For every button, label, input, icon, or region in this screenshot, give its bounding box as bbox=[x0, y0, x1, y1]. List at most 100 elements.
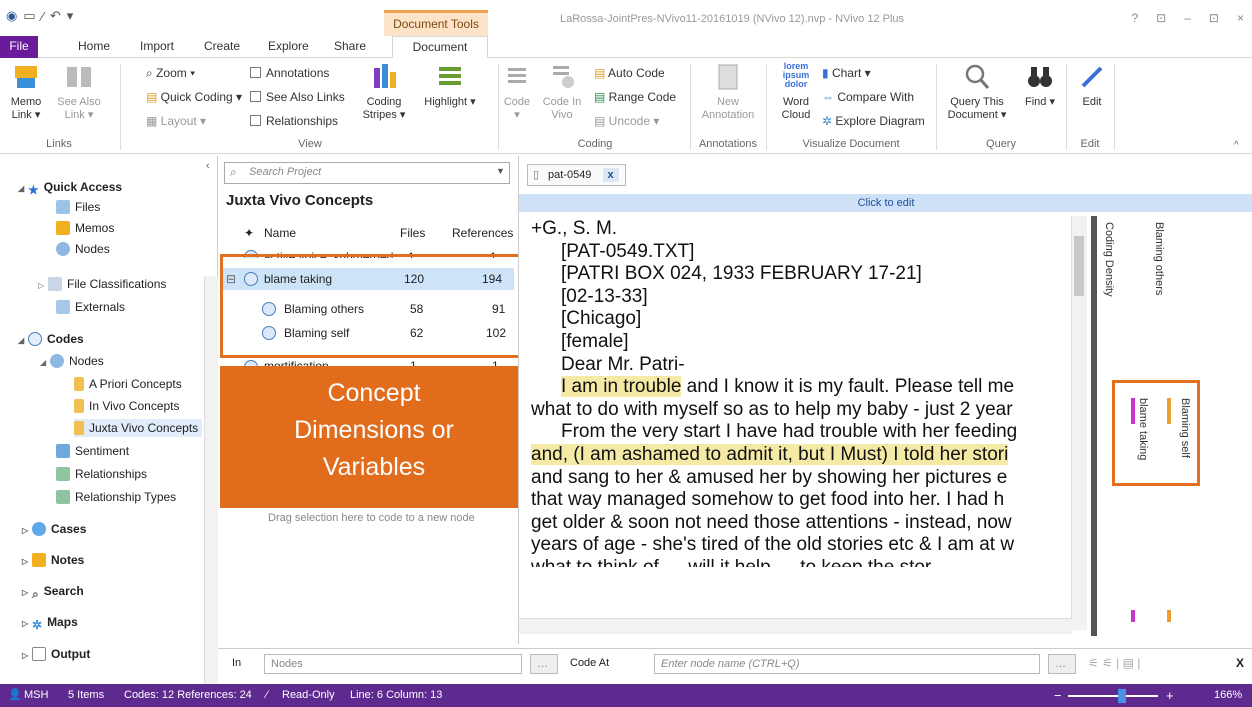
document-vertical-scrollbar[interactable] bbox=[1071, 216, 1087, 630]
compare-with-button[interactable]: ⇔ Compare With bbox=[822, 88, 914, 106]
undo-icon[interactable]: ↶ bbox=[50, 8, 61, 24]
find-button[interactable]: Find ▾ bbox=[1018, 62, 1062, 109]
word-cloud-button[interactable]: lorem ipsum dolor Word Cloud bbox=[778, 62, 814, 122]
relationships-check[interactable] bbox=[250, 115, 261, 126]
range-code-button[interactable]: ▤ Range Code bbox=[594, 88, 676, 106]
close-tab-icon[interactable]: x bbox=[602, 168, 619, 182]
new-annotation-button[interactable]: New Annotation bbox=[696, 62, 760, 122]
help-icon[interactable]: ? bbox=[1131, 11, 1138, 25]
code-toolbar-icons[interactable]: ⚟ ⚟ | ▤ | bbox=[1088, 656, 1140, 670]
window-title: LaRossa-JointPres-NVivo11-20161019 (NViv… bbox=[560, 13, 905, 25]
nav-a-priori-concepts[interactable]: A Priori Concepts bbox=[74, 375, 182, 393]
nav-quick-access[interactable]: ◢ ★ Quick Access bbox=[18, 178, 122, 197]
scroll-thumb[interactable] bbox=[1074, 236, 1084, 296]
annotations-check[interactable] bbox=[250, 67, 261, 78]
nav-in-vivo-concepts[interactable]: In Vivo Concepts bbox=[74, 397, 180, 415]
coding-stripes-button[interactable]: Coding Stripes ▾ bbox=[356, 62, 412, 122]
chart-icon: ▮ bbox=[822, 66, 832, 80]
code-in-select[interactable]: Nodes bbox=[264, 654, 522, 674]
stripe-label-blaming-others[interactable]: Blaming others bbox=[1153, 222, 1165, 295]
document-horizontal-scrollbar[interactable] bbox=[519, 618, 1073, 634]
chevron-down-icon[interactable]: ▼ bbox=[496, 166, 505, 176]
nav-quick-nodes[interactable]: Nodes bbox=[56, 240, 110, 258]
explore-diagram-button[interactable]: ✲ Explore Diagram bbox=[822, 112, 925, 130]
nav-file-classifications[interactable]: ▷ File Classifications bbox=[38, 275, 166, 293]
edit-button[interactable]: Edit bbox=[1074, 62, 1110, 109]
coding-stripes-icon bbox=[374, 64, 396, 88]
highlight-button[interactable]: Highlight ▾ bbox=[422, 62, 478, 109]
tab-file[interactable]: File bbox=[0, 36, 38, 58]
tab-explore[interactable]: Explore bbox=[258, 36, 319, 58]
stripe-blaming-self[interactable] bbox=[1167, 610, 1171, 622]
zoom-level: 166% bbox=[1214, 689, 1243, 701]
zoom-button[interactable]: ⌕ Zoom ▾ bbox=[146, 64, 195, 82]
zoom-out-icon[interactable]: − bbox=[1054, 684, 1062, 707]
notes-icon bbox=[32, 553, 46, 567]
customize-toolbar-icon[interactable]: ▾ bbox=[67, 8, 74, 24]
nav-search[interactable]: ▷ ⌕ Search bbox=[22, 582, 84, 601]
navigation-pane: ‹ ◢ ★ Quick Access Files Memos Nodes ▷ File… bbox=[0, 156, 218, 686]
column-name[interactable]: Name bbox=[264, 226, 296, 240]
nav-nodes[interactable]: ◢ Nodes bbox=[40, 352, 104, 370]
nav-maps[interactable]: ▷ ✲ Maps bbox=[22, 613, 78, 632]
nav-externals[interactable]: Externals bbox=[56, 298, 125, 316]
nav-juxta-vivo-concepts[interactable]: Juxta Vivo Concepts bbox=[74, 419, 203, 437]
maximize-icon[interactable]: ⊡ bbox=[1209, 11, 1219, 25]
overlay-line: Concept bbox=[327, 379, 421, 407]
nav-sentiment[interactable]: Sentiment bbox=[56, 442, 129, 460]
column-files[interactable]: Files bbox=[400, 226, 425, 240]
tab-create[interactable]: Create bbox=[194, 36, 250, 58]
close-icon[interactable]: × bbox=[1237, 11, 1244, 25]
code-in-vivo-button[interactable]: Code In Vivo bbox=[540, 62, 584, 122]
zoom-slider[interactable] bbox=[1068, 695, 1158, 697]
query-this-document-button[interactable]: Query This Document ▾ bbox=[944, 62, 1010, 122]
zoom-slider-thumb[interactable] bbox=[1118, 689, 1126, 703]
click-to-edit-bar[interactable]: Click to edit bbox=[519, 194, 1252, 212]
collapse-nav-icon[interactable]: ‹ bbox=[206, 160, 210, 172]
nav-files[interactable]: Files bbox=[56, 198, 100, 216]
nav-codes[interactable]: ◢ Codes bbox=[18, 330, 84, 348]
zoom-in-icon[interactable]: + bbox=[1166, 684, 1174, 707]
minimize-icon[interactable]: – bbox=[1184, 11, 1191, 25]
annotations-checkbox[interactable]: Annotations bbox=[250, 64, 329, 82]
uncode-button[interactable]: ▤ Uncode ▾ bbox=[594, 112, 659, 130]
folder-icon bbox=[74, 421, 84, 435]
code-button[interactable]: Code ▾ bbox=[502, 62, 532, 122]
nav-notes[interactable]: ▷ Notes bbox=[22, 551, 84, 569]
nav-relationships[interactable]: Relationships bbox=[56, 465, 147, 483]
nav-output[interactable]: ▷ Output bbox=[22, 645, 90, 663]
nav-cases[interactable]: ▷ Cases bbox=[22, 520, 86, 538]
search-project-input[interactable]: Search Project bbox=[224, 162, 510, 184]
memo-link-button[interactable]: Memo Link ▾ bbox=[4, 62, 48, 122]
nvivo-window: ◉ ▭ ⁄ ↶ ▾ Document Tools LaRossa-JointPr… bbox=[0, 0, 1252, 707]
nav-memos[interactable]: Memos bbox=[56, 219, 114, 237]
browse-node-button[interactable]: … bbox=[1048, 654, 1076, 674]
auto-code-button[interactable]: ▤ Auto Code bbox=[594, 64, 665, 82]
close-code-bar-button[interactable]: X bbox=[1236, 656, 1244, 670]
layout-button[interactable]: ▦ Layout ▾ bbox=[146, 112, 206, 130]
layout-icon: ▦ bbox=[146, 114, 161, 128]
edit-icon[interactable]: ⁄ bbox=[42, 9, 44, 24]
see-also-link-button[interactable]: See Also Link ▾ bbox=[54, 62, 104, 122]
node-name-input[interactable]: Enter node name (CTRL+Q) bbox=[654, 654, 1040, 674]
tab-import[interactable]: Import bbox=[130, 36, 184, 58]
see-also-links-checkbox[interactable]: See Also Links bbox=[250, 88, 345, 106]
save-icon[interactable]: ▭ bbox=[23, 8, 35, 24]
column-references[interactable]: References bbox=[452, 226, 513, 240]
see-also-links-check[interactable] bbox=[250, 91, 261, 102]
nav-relationship-types[interactable]: Relationship Types bbox=[56, 488, 176, 506]
nav-scrollbar[interactable] bbox=[204, 276, 218, 686]
ribbon-display-icon[interactable]: ⊡ bbox=[1156, 11, 1166, 25]
quick-coding-button[interactable]: ▤ Quick Coding ▾ bbox=[146, 88, 242, 106]
tab-home[interactable]: Home bbox=[68, 36, 120, 58]
text-line: and sang to her & amused her by showing … bbox=[531, 466, 1008, 488]
collapse-ribbon-icon[interactable]: ^ bbox=[1234, 140, 1239, 151]
document-tab[interactable]: ▯ pat-0549 x bbox=[527, 164, 626, 186]
browse-button[interactable]: … bbox=[530, 654, 558, 674]
tab-document[interactable]: Document bbox=[392, 36, 488, 58]
chart-button[interactable]: ▮ Chart ▾ bbox=[822, 64, 871, 82]
relationships-checkbox[interactable]: Relationships bbox=[250, 112, 338, 130]
stripe-blame-taking[interactable] bbox=[1131, 610, 1135, 622]
tab-share[interactable]: Share bbox=[324, 36, 376, 58]
document-text[interactable]: +G., S. M. [PAT-0549.TXT] [PATRI BOX 024… bbox=[519, 214, 1087, 626]
